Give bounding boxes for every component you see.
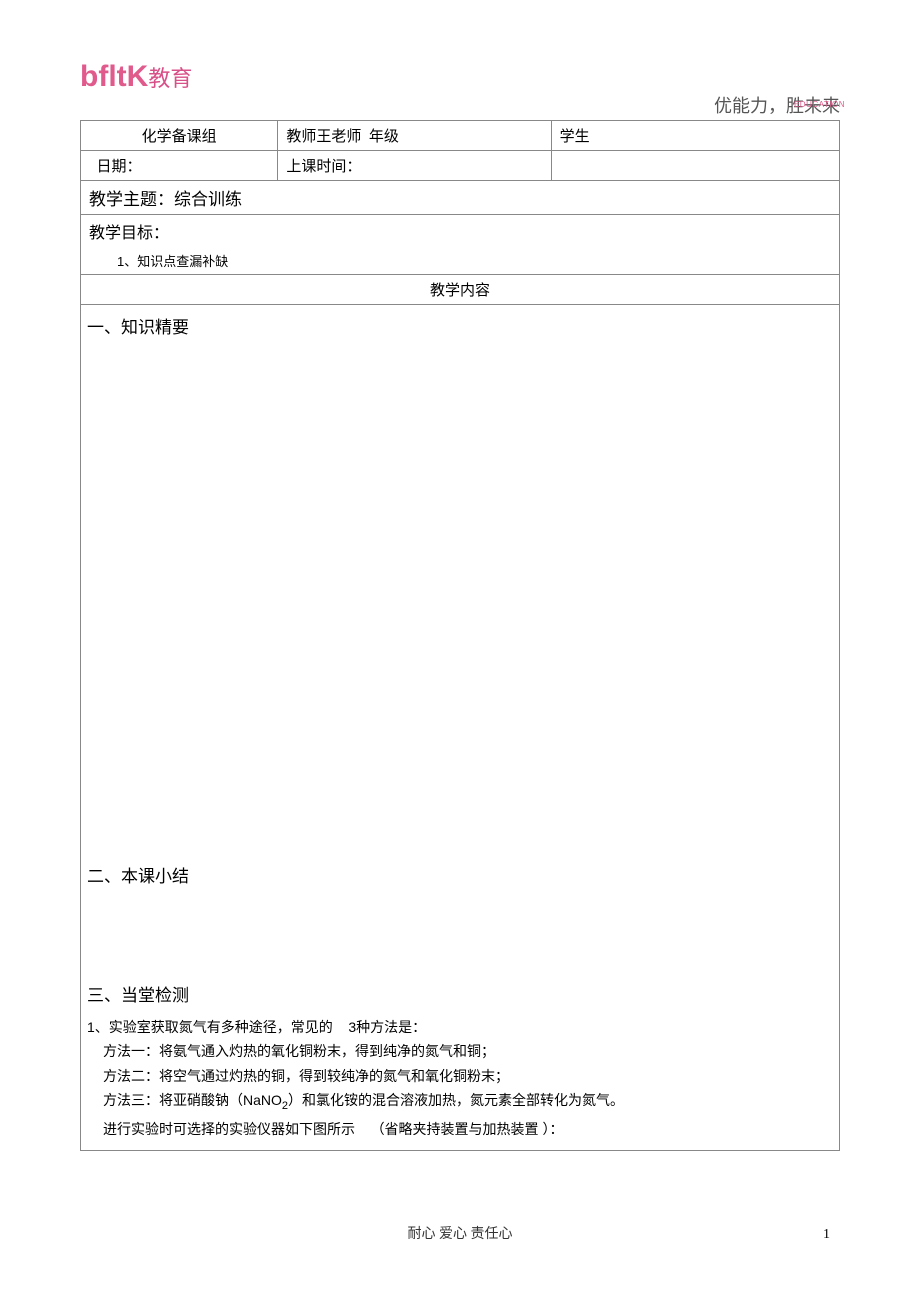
student-label: 学生 [560,129,590,145]
info-row-2: 日期： 上课时间： [81,151,840,181]
blank-area-1 [87,342,833,862]
content-header-row: 教学内容 [81,275,840,305]
logo-cn: 教育 [148,66,192,91]
q1-m3-a: 方法三：将亚硝酸钠（NaNO [103,1092,282,1108]
teacher-grade-cell: 教师王老师 年级 [278,121,551,151]
q1-method-3: 方法三：将亚硝酸钠（NaNO2）和氯化铵的混合溶液加热，氮元素全部转化为氮气。 [87,1089,833,1115]
q1-m3-b: ）和氯化铵的混合溶液加热，氮元素全部转化为氮气。 [288,1092,624,1108]
q1-method-1: 方法一：将氨气通入灼热的氧化铜粉末，得到纯净的氮气和铜； [87,1040,833,1062]
question-1: 1、实验室获取氮气有多种途径，常见的 3种方法是： 方法一：将氨气通入灼热的氧化… [87,1010,833,1140]
brand-logo: bfltK教育 [80,60,192,94]
teacher-label: 教师 [286,129,316,145]
slogan-en-suffix: EDUCATION [794,100,845,109]
group-cell: 化学备课组 [81,121,278,151]
content-body-row: 一、知识精要 二、本课小结 三、当堂检测 1、实验室获取氮气有多种途径，常见的 … [81,305,840,1151]
footer-motto: 耐心 爱心 责任心 [0,1223,920,1243]
goal-item-1: 1、知识点查漏补缺 [89,243,831,270]
section-2-title: 二、本课小结 [87,862,833,887]
logo-en: bfltK [80,60,148,93]
q1-intro: 1、实验室获取氮气有多种途径，常见的 3种方法是： [87,1016,833,1038]
empty-cell [551,151,839,181]
lesson-plan-table: 化学备课组 教师王老师 年级 学生 日期： 上课时间： 教学主题：综合训练 教学… [80,120,840,1151]
date-cell: 日期： [81,151,278,181]
goals-label: 教学目标： [89,219,831,243]
content-body-cell: 一、知识精要 二、本课小结 三、当堂检测 1、实验室获取氮气有多种途径，常见的 … [81,305,840,1151]
section-3-title: 三、当堂检测 [87,981,833,1006]
q1-method-2: 方法二：将空气通过灼热的铜，得到较纯净的氮气和氧化铜粉末； [87,1065,833,1087]
blank-area-2 [87,891,833,981]
q1-note-a: 进行实验时可选择的实验仪器如下图所示 [103,1121,355,1137]
goals-cell: 教学目标： 1、知识点查漏补缺 [81,215,840,275]
section-1-title: 一、知识精要 [87,313,833,338]
theme-value: 综合训练 [174,190,242,209]
q1-note: 进行实验时可选择的实验仪器如下图所示 （省略夹持装置与加热装置 ）： [87,1118,833,1140]
q1-intro-b: 3种方法是： [348,1019,426,1035]
theme-cell: 教学主题：综合训练 [81,181,840,215]
content-header-cell: 教学内容 [81,275,840,305]
q1-note-b: （省略夹持装置与加热装置 ）： [371,1121,564,1137]
theme-label: 教学主题： [89,190,174,209]
grade-label: 年级 [369,129,399,145]
student-cell: 学生 [551,121,839,151]
goals-row: 教学目标： 1、知识点查漏补缺 [81,215,840,275]
q1-intro-a: 1、实验室获取氮气有多种途径，常见的 [87,1019,333,1035]
theme-row: 教学主题：综合训练 [81,181,840,215]
teacher-name: 王老师 [316,129,361,145]
info-row-1: 化学备课组 教师王老师 年级 学生 [81,121,840,151]
date-label: 日期： [97,159,142,175]
page-number: 1 [823,1227,830,1243]
time-cell: 上课时间： [278,151,551,181]
